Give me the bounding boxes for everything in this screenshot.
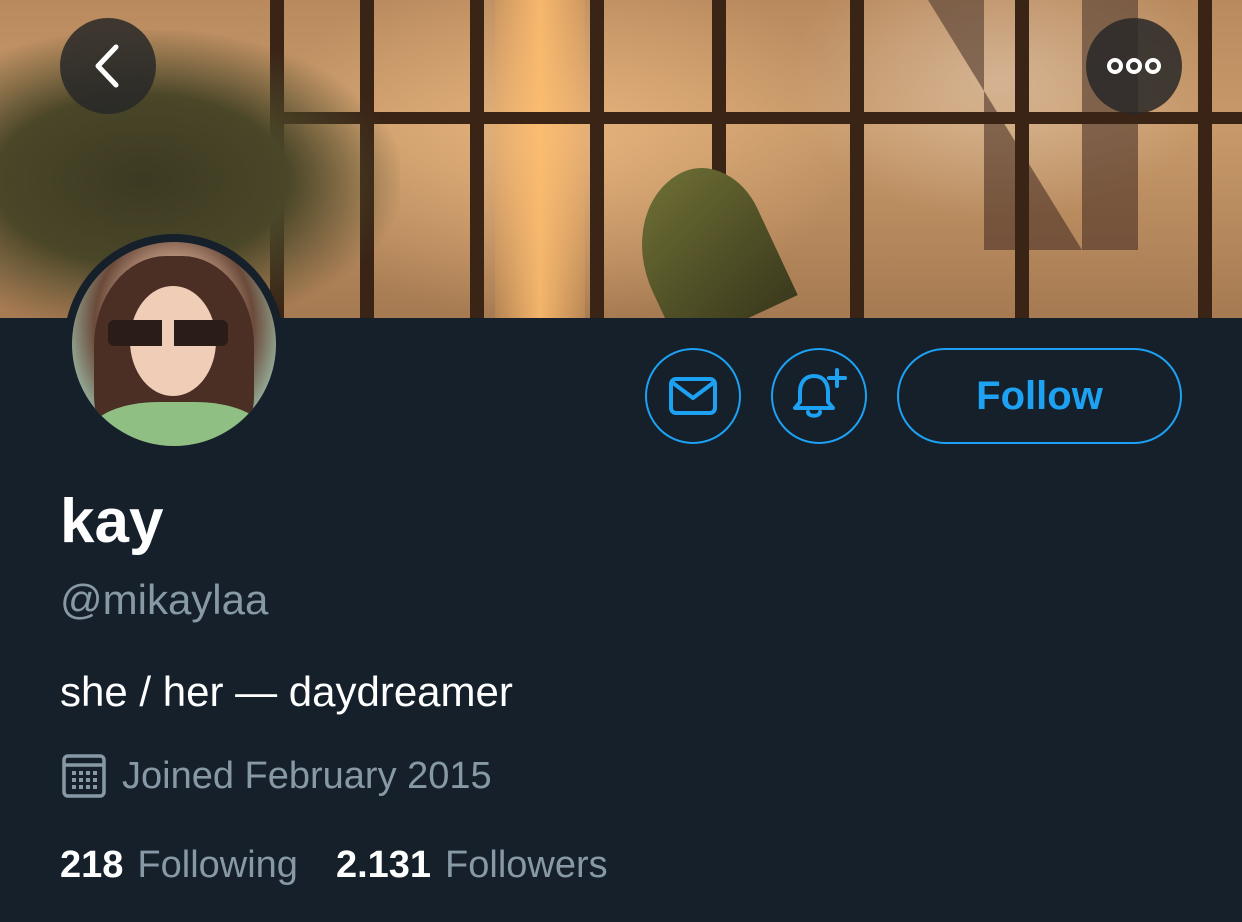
message-button[interactable] bbox=[645, 348, 741, 444]
avatar-image bbox=[72, 242, 276, 446]
followers-label: Followers bbox=[445, 844, 608, 886]
notifications-button[interactable] bbox=[771, 348, 867, 444]
following-count: 218 bbox=[60, 844, 124, 886]
window-frame bbox=[1198, 0, 1212, 318]
profile-bio: she / her — daydreamer bbox=[60, 668, 513, 715]
following-link[interactable]: 218 Following bbox=[60, 844, 298, 887]
back-button[interactable] bbox=[60, 18, 156, 114]
followers-link[interactable]: 2.131 Followers bbox=[336, 844, 608, 887]
follow-stats: 218 Following 2.131 Followers bbox=[60, 844, 646, 887]
window-frame bbox=[270, 112, 1242, 124]
followers-count: 2.131 bbox=[335, 844, 432, 886]
envelope-icon bbox=[669, 377, 717, 415]
following-label: Following bbox=[137, 844, 298, 886]
more-dots-icon bbox=[1107, 58, 1161, 74]
avatar-sweater bbox=[92, 402, 262, 446]
user-handle: @mikaylaa bbox=[60, 576, 269, 623]
window-frame bbox=[850, 0, 864, 318]
more-options-button[interactable] bbox=[1086, 18, 1182, 114]
banner-curtain bbox=[495, 0, 585, 318]
join-date: Joined February 2015 bbox=[60, 752, 492, 800]
join-date-text: Joined February 2015 bbox=[122, 754, 492, 797]
follow-button[interactable]: Follow bbox=[897, 348, 1182, 444]
window-frame bbox=[590, 0, 604, 318]
window-frame bbox=[470, 0, 484, 318]
chevron-left-icon bbox=[95, 44, 119, 88]
avatar-glasses bbox=[108, 320, 228, 346]
avatar[interactable] bbox=[64, 234, 284, 454]
bell-plus-icon bbox=[793, 368, 847, 418]
window-frame bbox=[1015, 0, 1029, 318]
display-name: kay bbox=[60, 487, 164, 556]
calendar-icon bbox=[60, 752, 108, 800]
